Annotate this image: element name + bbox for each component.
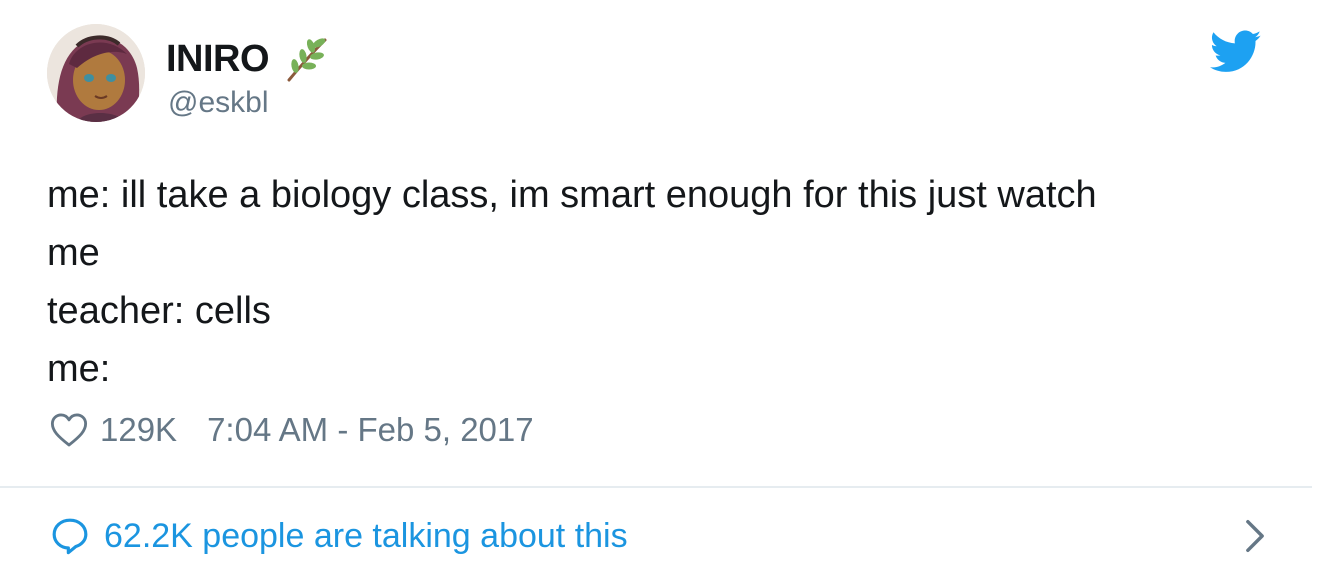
divider bbox=[0, 486, 1312, 488]
tweet-meta: 129K 7:04 AM - Feb 5, 2017 bbox=[50, 408, 534, 452]
like-count[interactable]: 129K bbox=[100, 411, 177, 449]
herb-emoji-icon bbox=[287, 38, 327, 82]
speech-bubble-icon bbox=[52, 518, 88, 555]
twitter-bird-icon[interactable] bbox=[1210, 30, 1262, 74]
tweet-line: me bbox=[47, 232, 100, 274]
tweet-card: INIRO @eskbl me: ill take a biology clas… bbox=[0, 0, 1324, 586]
display-name[interactable]: INIRO bbox=[166, 38, 270, 81]
avatar[interactable] bbox=[47, 24, 145, 122]
tweet-line: me: bbox=[47, 348, 111, 390]
tweet-timestamp[interactable]: 7:04 AM - Feb 5, 2017 bbox=[207, 411, 534, 449]
avatar-illustration bbox=[47, 24, 145, 122]
author-handle[interactable]: @eskbl bbox=[168, 86, 269, 120]
conversation-link[interactable]: 62.2K people are talking about this bbox=[50, 512, 1270, 560]
chevron-right-icon[interactable] bbox=[1240, 516, 1270, 556]
conversation-text[interactable]: 62.2K people are talking about this bbox=[104, 517, 628, 556]
heart-icon[interactable] bbox=[50, 412, 88, 448]
tweet-line: me: ill take a biology class, im smart e… bbox=[47, 174, 1097, 216]
author-name-row[interactable]: INIRO bbox=[166, 34, 331, 84]
tweet-line: teacher: cells bbox=[47, 290, 271, 332]
tweet-text: me: ill take a biology class, im smart e… bbox=[47, 166, 1277, 398]
